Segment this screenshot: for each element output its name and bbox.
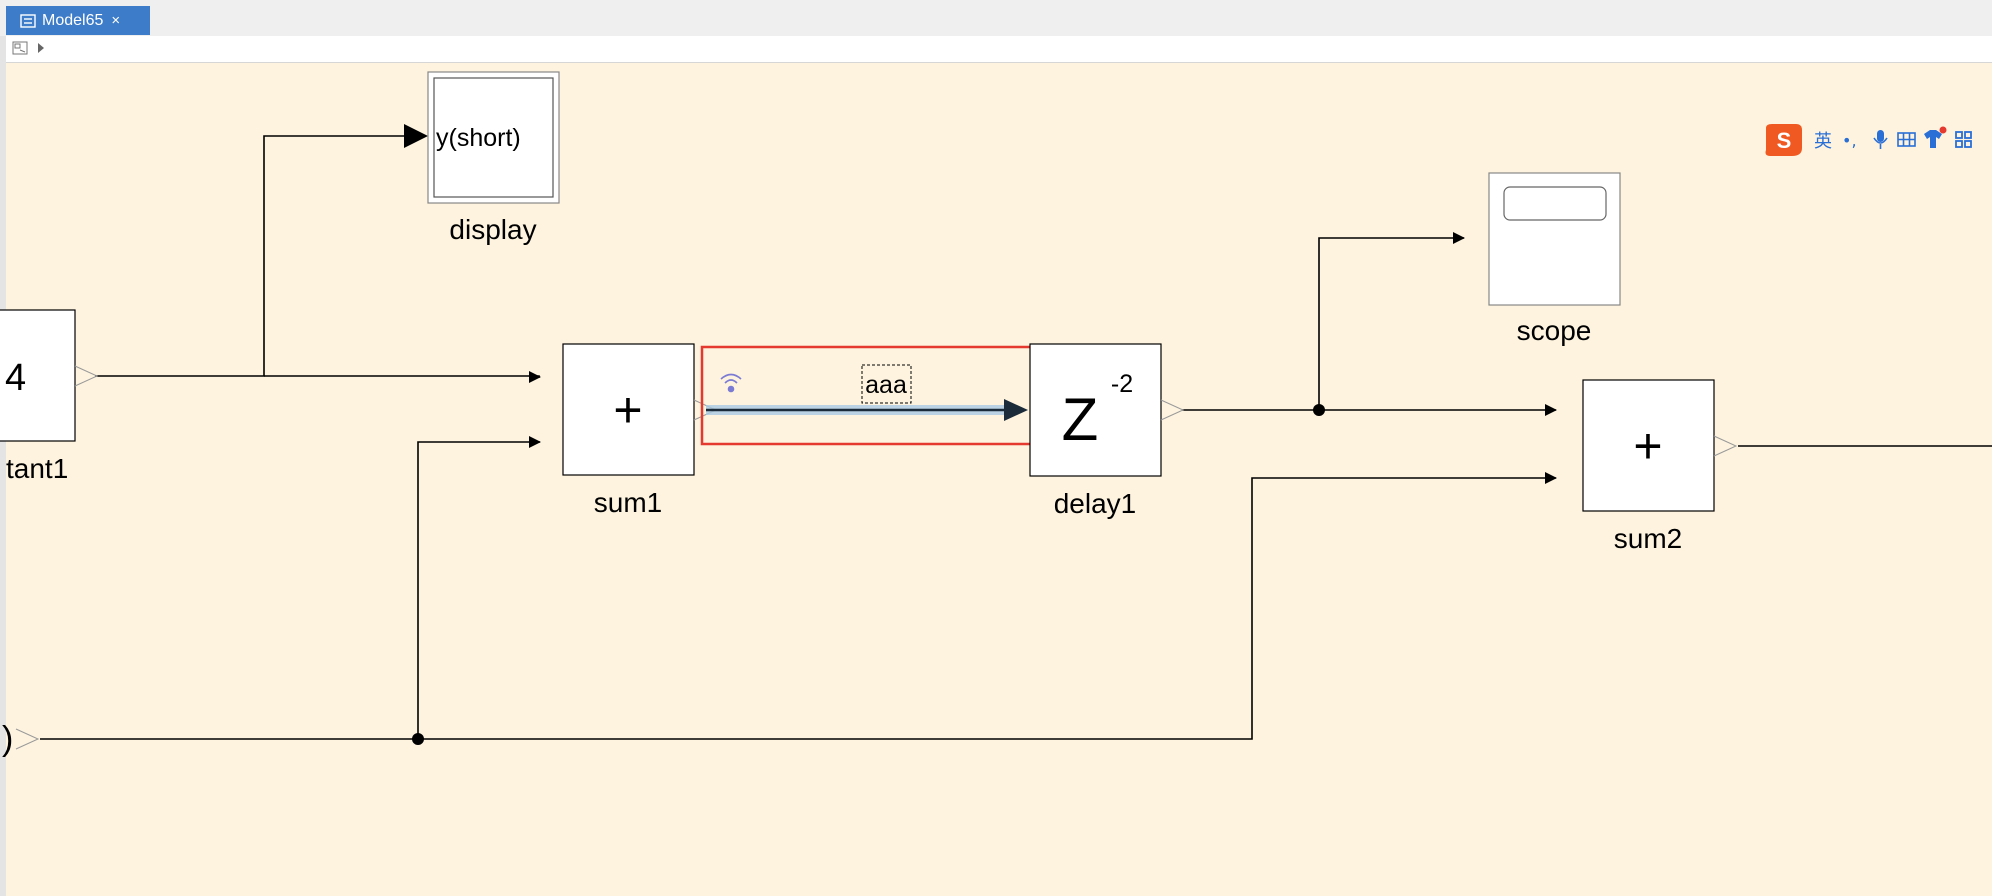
sum1-block[interactable]: + [562, 343, 718, 476]
delay1-output-port[interactable] [1160, 399, 1185, 421]
ime-skin-icon[interactable] [1924, 126, 1947, 149]
ime-keyboard-icon[interactable] [1897, 132, 1916, 147]
sum1-label: sum1 [594, 487, 662, 518]
sum1-symbol: + [613, 382, 642, 438]
delay1-exponent: -2 [1111, 370, 1133, 398]
branch-point-delay[interactable] [1313, 404, 1325, 416]
block-diagram: 4 tant1 y(short) display + sum1 aaa Z -2 [0, 71, 1992, 758]
line-constant-to-sum1 [264, 371, 541, 383]
sum2-output-port[interactable] [1713, 435, 1738, 457]
display-value: y(short) [436, 124, 521, 152]
ime-language-toggle[interactable]: 英 [1814, 131, 1832, 152]
constant1-block[interactable]: 4 [0, 309, 99, 442]
signal-broadcast-icon [720, 373, 742, 393]
selected-signal-line[interactable]: aaa [700, 345, 1033, 446]
line-source-main [40, 472, 1557, 740]
source-glyph: ) [2, 720, 13, 758]
delay1-block[interactable]: Z -2 [1029, 343, 1185, 477]
sum2-symbol: + [1633, 418, 1662, 474]
sum2-label: sum2 [1614, 523, 1682, 554]
svg-text:S: S [1777, 128, 1792, 153]
line-branch-to-scope [1318, 232, 1465, 410]
delay1-symbol: Z [1062, 386, 1099, 453]
constant1-output-port[interactable] [74, 365, 99, 387]
scope-label: scope [1517, 315, 1592, 346]
display-block[interactable]: y(short) [427, 71, 560, 204]
ime-logo-icon[interactable]: S [1765, 124, 1803, 156]
line-constant-to-display [95, 135, 412, 377]
branch-point-source[interactable] [412, 733, 424, 745]
display-label: display [449, 214, 536, 245]
line-source-to-sum1 [417, 436, 541, 739]
arrowhead-display [404, 124, 428, 148]
source-block[interactable]: ) [2, 720, 40, 758]
ime-toolbar: S 英 •, [1762, 122, 1990, 158]
signal-label[interactable]: aaa [865, 371, 907, 399]
source-output-port[interactable] [15, 728, 40, 750]
constant1-label: tant1 [6, 453, 68, 484]
ime-menu-icon[interactable] [1955, 131, 1972, 148]
sum2-block[interactable]: + [1582, 379, 1738, 512]
ime-punctuation-toggle[interactable]: •, [1842, 131, 1857, 150]
delay1-label: delay1 [1054, 488, 1137, 519]
scope-block[interactable] [1488, 172, 1621, 306]
ime-microphone-icon[interactable] [1873, 130, 1888, 149]
constant1-value: 4 [5, 357, 26, 399]
